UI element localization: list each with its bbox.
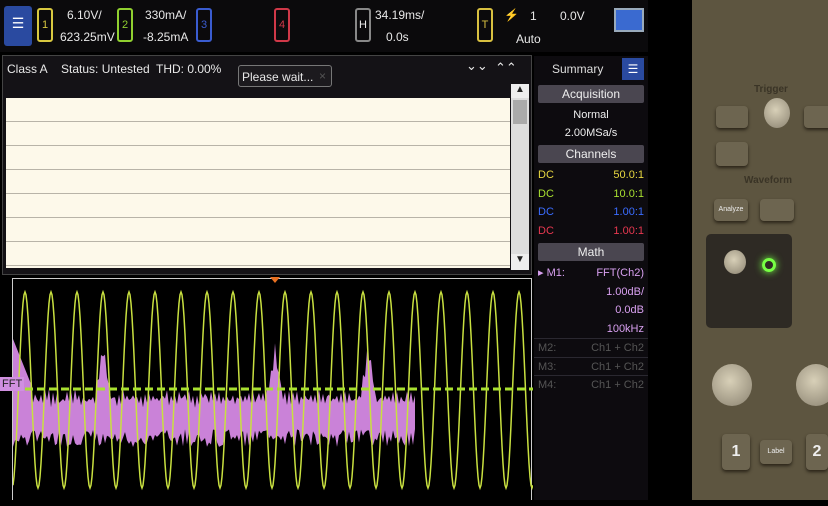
channel-2-button[interactable]: 2 — [117, 8, 133, 42]
ch2-vertical-knob[interactable] — [796, 364, 828, 406]
ch1-scale: 6.10V/ — [67, 8, 102, 22]
trigger-edge-icon: ⚡ — [504, 8, 519, 22]
channel-row: DC 1.00:1 — [534, 222, 648, 241]
ch2-scale: 330mA/ — [145, 8, 186, 22]
math-header: Math — [538, 243, 644, 261]
scroll-thumb[interactable] — [513, 100, 527, 124]
trigger-source: 1 — [530, 9, 537, 23]
scroll-down-icon[interactable]: ▼ — [511, 254, 529, 270]
sample-rate: 2.00MSa/s — [534, 124, 648, 142]
summary-title: Summary — [552, 62, 603, 76]
expand-button[interactable]: ⌃⌃ — [495, 60, 517, 76]
ch2-offset: -8.25mA — [143, 30, 188, 44]
collapse-button[interactable]: ⌄⌄ — [466, 58, 488, 74]
panel-button[interactable] — [804, 106, 828, 128]
ch1-vertical-knob[interactable] — [712, 364, 752, 406]
acquisition-header: Acquisition — [538, 85, 644, 103]
results-table — [6, 98, 510, 268]
status-label: Status: Untested — [61, 62, 150, 76]
zoom-box-button[interactable] — [614, 8, 644, 32]
scrollbar[interactable]: ▲ ▼ — [511, 84, 529, 270]
analyze-button[interactable]: Analyze — [714, 199, 748, 221]
entry-knob[interactable] — [724, 250, 746, 274]
channel-1-button[interactable]: 1 — [37, 8, 53, 42]
top-bar: ☰ 1 6.10V/ 623.25mV 2 330mA/ -8.25mA 3 4… — [0, 0, 648, 52]
scroll-up-icon[interactable]: ▲ — [511, 84, 529, 98]
time-scale: 34.19ms/ — [375, 8, 424, 22]
acquire-button[interactable] — [760, 199, 794, 221]
label-key[interactable]: Label — [760, 440, 792, 464]
channel-row: DC 50.0:1 — [534, 166, 648, 185]
thd-label: THD: 0.00% — [156, 62, 221, 76]
class-label: Class A — [7, 62, 48, 76]
summary-menu-button[interactable]: ☰ — [622, 58, 644, 80]
channel-row: DC 10.0:1 — [534, 185, 648, 204]
trigger-button[interactable]: T — [477, 8, 493, 42]
channel-row: DC 1.00:1 — [534, 203, 648, 222]
channel-4-button[interactable]: 4 — [274, 8, 290, 42]
m1-label[interactable]: ▸ M1: — [538, 264, 565, 283]
trigger-section-label: Trigger — [754, 84, 788, 95]
trigger-button[interactable] — [716, 106, 748, 128]
please-wait-popup: Please wait... × — [238, 65, 332, 87]
time-delay: 0.0s — [386, 30, 409, 44]
ch1-offset: 623.25mV — [60, 30, 115, 44]
front-panel: Trigger Waveform Analyze 1 Label 2 — [692, 0, 828, 500]
channel-3-button[interactable]: 3 — [196, 8, 212, 42]
trigger-level-knob[interactable] — [764, 98, 790, 128]
fft-label: FFT — [0, 377, 24, 391]
math-row[interactable]: M4: Ch1 + Ch2 — [534, 375, 648, 394]
close-icon[interactable]: × — [319, 69, 326, 83]
m1-func: FFT(Ch2) — [596, 264, 644, 283]
channel-1-key[interactable]: 1 — [722, 434, 750, 470]
channel-2-key[interactable]: 2 — [806, 434, 828, 470]
main-menu-button[interactable]: ☰ — [4, 6, 32, 46]
horizontal-button[interactable]: H — [355, 8, 371, 42]
trigger-marker-icon — [270, 277, 280, 283]
math-row[interactable]: M3: Ch1 + Ch2 — [534, 357, 648, 376]
waveform-section-label: Waveform — [744, 175, 792, 186]
channels-header: Channels — [538, 145, 644, 163]
summary-sidebar: Summary ☰ Acquisition Normal 2.00MSa/s C… — [534, 56, 648, 500]
acq-mode: Normal — [534, 106, 648, 124]
m1-offset: 0.0dB — [615, 301, 644, 320]
waveform-display[interactable] — [12, 278, 532, 500]
trigger-level: 0.0V — [560, 9, 585, 23]
m1-scale: 1.00dB/ — [606, 283, 644, 302]
trigger-mode: Auto — [516, 32, 541, 46]
entry-knob-area — [706, 234, 792, 328]
mode-button[interactable] — [716, 142, 748, 166]
waveform-svg — [13, 279, 533, 501]
m1-span: 100kHz — [607, 320, 644, 339]
math-row[interactable]: M2: Ch1 + Ch2 — [534, 338, 648, 357]
entry-led-icon — [762, 258, 776, 272]
